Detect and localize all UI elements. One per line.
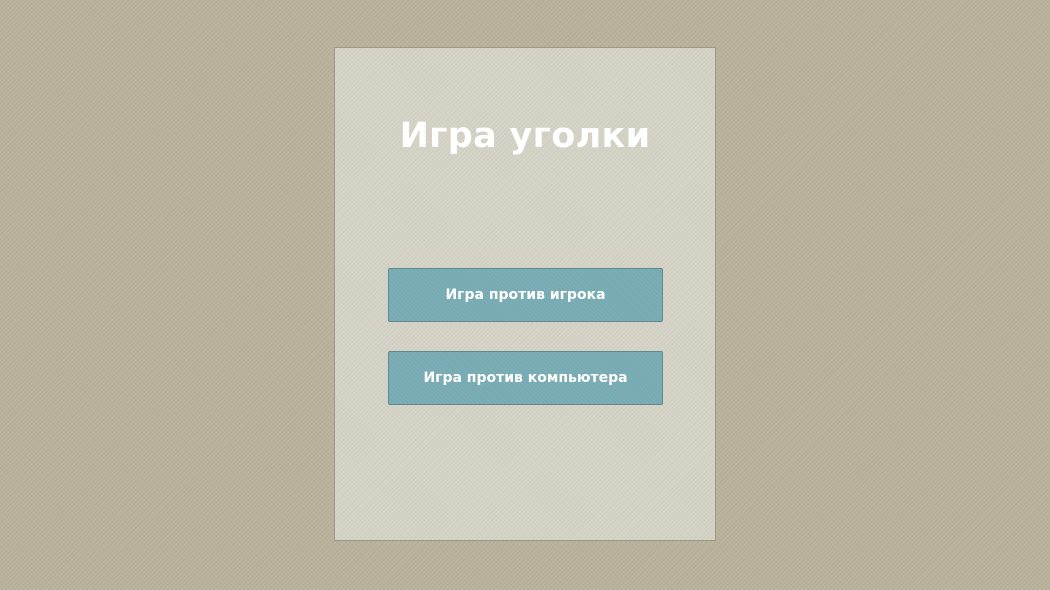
main-menu-panel: Игра уголки Игра против игрока Игра прот… <box>334 47 716 541</box>
play-vs-computer-button[interactable]: Игра против компьютера <box>388 351 663 405</box>
game-title: Игра уголки <box>399 116 651 156</box>
play-vs-player-button[interactable]: Игра против игрока <box>388 268 663 322</box>
